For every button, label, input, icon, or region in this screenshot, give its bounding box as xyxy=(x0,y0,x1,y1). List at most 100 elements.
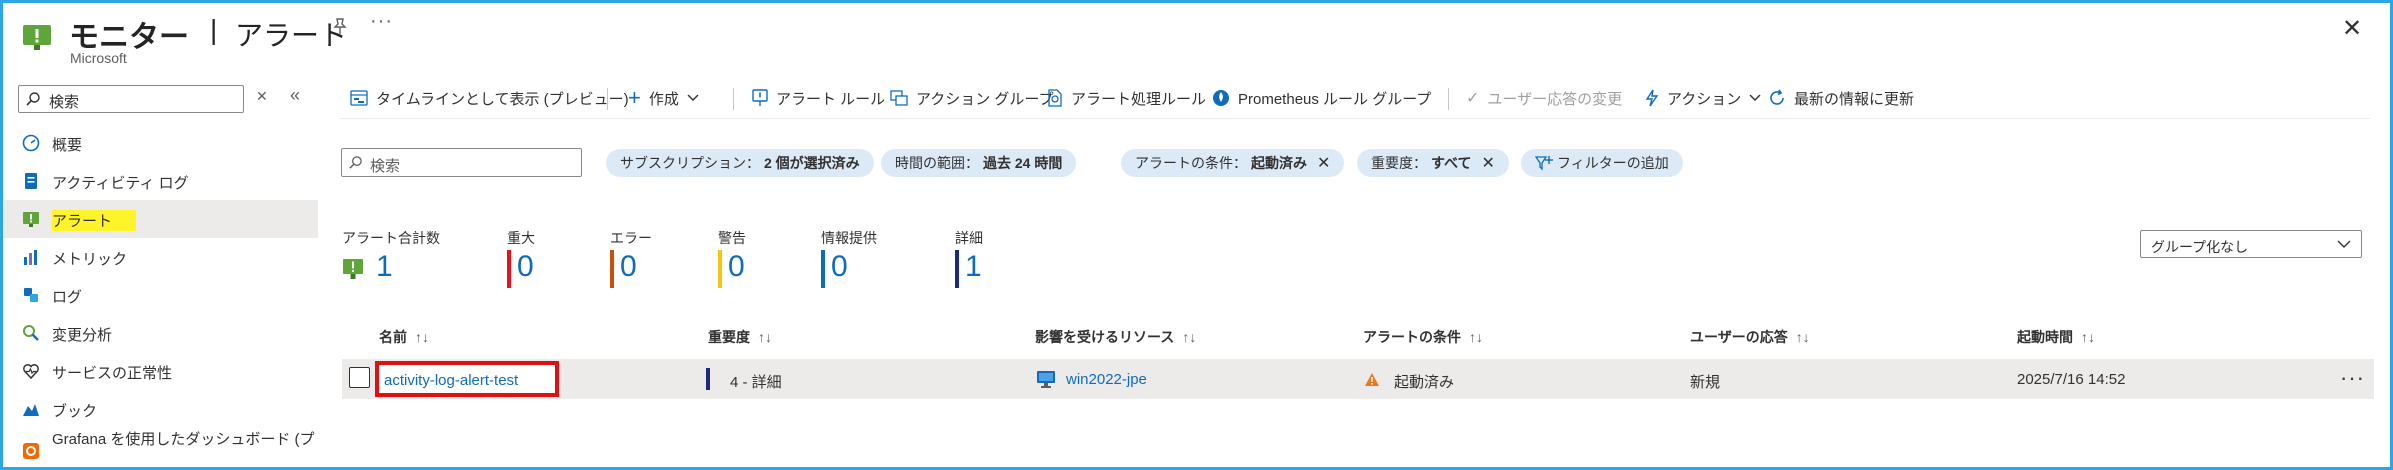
column-header-condition[interactable]: アラートの条件 ↑↓ xyxy=(1363,327,1483,347)
summary-info-value: 0 xyxy=(831,250,848,283)
sidebar-item-metrics[interactable]: メトリック xyxy=(0,238,318,276)
sidebar-item-label: 概要 xyxy=(52,137,83,154)
alert-name-text: activity-log-alert-test xyxy=(384,372,519,389)
summary-total-label: アラート合計数 xyxy=(342,230,440,246)
remove-filter-icon[interactable]: ✕ xyxy=(1481,153,1494,173)
close-icon[interactable]: ✕ xyxy=(2342,14,2362,43)
sort-icon: ↑↓ xyxy=(758,329,772,345)
column-header-severity[interactable]: 重要度 ↑↓ xyxy=(708,327,772,347)
row-checkbox[interactable] xyxy=(349,367,370,388)
toolbar-divider xyxy=(733,88,734,110)
column-header-fired-time[interactable]: 起動時間 ↑↓ xyxy=(2017,327,2095,347)
prometheus-rule-groups-button[interactable]: Prometheus ルール グループ xyxy=(1212,86,1431,110)
group-by-dropdown[interactable]: グループ化なし xyxy=(2140,230,2362,258)
refresh-button[interactable]: 最新の情報に更新 xyxy=(1768,86,1914,110)
summary-error[interactable]: エラー 0 xyxy=(610,228,652,288)
subscription-filter-value: 2 個が選択済み xyxy=(764,155,860,171)
condition-filter-label: アラートの条件： xyxy=(1135,155,1247,171)
sidebar-search-input[interactable]: 検索 xyxy=(18,85,244,113)
column-header-label: 影響を受けるリソース xyxy=(1035,329,1175,345)
summary-total[interactable]: アラート合計数 1 xyxy=(342,228,440,283)
create-button[interactable]: + 作成 xyxy=(628,86,699,110)
summary-verbose[interactable]: 詳細 1 xyxy=(955,228,983,288)
sidebar-item-workbooks[interactable]: ブック xyxy=(0,390,318,428)
fired-time-cell: 2025/7/16 14:52 xyxy=(2017,371,2126,388)
time-range-filter-pill[interactable]: 時間の範囲： 過去 24 時間 xyxy=(881,149,1077,177)
sidebar-item-overview[interactable]: 概要 xyxy=(0,124,318,162)
severity-color-bar xyxy=(610,250,614,288)
alert-rules-button[interactable]: アラート ルール xyxy=(752,86,885,110)
change-user-response-button[interactable]: ✓ ユーザー応答の変更 xyxy=(1466,86,1622,110)
subscription-filter-pill[interactable]: サブスクリプション： 2 個が選択済み xyxy=(606,149,874,177)
sidebar-item-label: Grafana を使用したダッシュボード (プ xyxy=(52,431,315,448)
create-label: 作成 xyxy=(648,90,679,108)
command-bar-divider xyxy=(340,118,2370,119)
summary-info-label: 情報提供 xyxy=(821,230,877,246)
sidebar-item-logs[interactable]: ログ xyxy=(0,276,318,314)
column-header-resource[interactable]: 影響を受けるリソース ↑↓ xyxy=(1035,327,1196,347)
sidebar-item-grafana[interactable]: Grafana を使用したダッシュボード (プ xyxy=(0,428,318,466)
add-filter-pill[interactable]: フィルターの追加 xyxy=(1521,149,1683,177)
more-options-icon[interactable]: ··· xyxy=(370,10,393,33)
column-header-name[interactable]: 名前 ↑↓ xyxy=(379,327,429,347)
processing-rule-icon xyxy=(1048,89,1062,107)
row-more-icon[interactable]: ··· xyxy=(2340,365,2365,391)
summary-warning[interactable]: 警告 0 xyxy=(718,228,746,288)
refresh-label: 最新の情報に更新 xyxy=(1794,90,1915,108)
alert-processing-rules-button[interactable]: アラート処理ルール xyxy=(1047,86,1206,110)
severity-filter-value: すべて xyxy=(1431,155,1472,171)
timeline-view-label: タイムラインとして表示 (プレビュー) xyxy=(376,90,629,108)
column-header-label: 名前 xyxy=(379,329,407,345)
alerts-search-input[interactable]: 検索 xyxy=(341,148,582,177)
alert-icon xyxy=(23,212,39,227)
summary-error-value: 0 xyxy=(620,250,637,283)
toolbar-divider xyxy=(607,88,608,110)
summary-critical-label: 重大 xyxy=(507,230,535,246)
sidebar-item-activity-log[interactable]: アクティビティ ログ xyxy=(0,162,318,200)
condition-filter-pill[interactable]: アラートの条件： 起動済み ✕ xyxy=(1121,149,1345,177)
severity-color-bar xyxy=(821,250,825,288)
sidebar-item-label: サービスの正常性 xyxy=(52,365,173,382)
action-label: アクション xyxy=(1667,90,1742,108)
action-button[interactable]: アクション xyxy=(1645,86,1761,110)
timeline-view-button[interactable]: タイムラインとして表示 (プレビュー) xyxy=(350,86,629,110)
sidebar-item-label: ログ xyxy=(52,289,83,306)
severity-color-bar xyxy=(706,368,710,390)
logs-icon xyxy=(24,288,38,302)
summary-info[interactable]: 情報提供 0 xyxy=(821,228,877,288)
sidebar-item-label: アラート xyxy=(52,210,137,231)
action-group-icon xyxy=(890,90,908,106)
action-groups-button[interactable]: アクション グループ xyxy=(890,86,1054,110)
prometheus-label: Prometheus ルール グループ xyxy=(1238,90,1432,108)
alert-name-link[interactable]: activity-log-alert-test xyxy=(375,361,559,397)
sidebar-item-service-health[interactable]: サービスの正常性 xyxy=(0,352,318,390)
toolbar-divider xyxy=(1448,88,1449,110)
summary-critical[interactable]: 重大 0 xyxy=(507,228,535,288)
column-header-label: アラートの条件 xyxy=(1363,329,1461,345)
sort-icon: ↑↓ xyxy=(2081,329,2095,345)
grafana-icon xyxy=(23,443,39,459)
publisher-label: Microsoft xyxy=(70,50,127,66)
summary-verbose-value: 1 xyxy=(965,250,982,283)
collapse-sidebar-icon[interactable]: « xyxy=(290,85,300,106)
warning-icon xyxy=(1365,373,1379,386)
clear-search-icon[interactable]: ✕ xyxy=(256,88,268,105)
sidebar-item-change-analysis[interactable]: 変更分析 xyxy=(0,314,318,352)
sidebar-item-label: ブック xyxy=(52,403,98,420)
group-by-value: グループ化なし xyxy=(2151,239,2249,255)
metrics-icon xyxy=(24,250,37,265)
severity-filter-pill[interactable]: 重要度： すべて ✕ xyxy=(1357,149,1509,177)
change-analysis-icon xyxy=(23,325,39,341)
condition-cell: 起動済み xyxy=(1394,374,1455,391)
chevron-down-icon xyxy=(1749,94,1761,101)
user-response-cell: 新規 xyxy=(1690,374,1721,391)
alert-icon xyxy=(343,259,363,279)
sidebar-item-alerts[interactable]: アラート xyxy=(0,200,318,238)
table-row[interactable]: activity-log-alert-test 4 - 詳細 win2022-j… xyxy=(342,359,2374,399)
sort-icon: ↑↓ xyxy=(1469,329,1483,345)
remove-filter-icon[interactable]: ✕ xyxy=(1317,153,1330,173)
sort-icon: ↑↓ xyxy=(1182,329,1197,345)
column-header-user-response[interactable]: ユーザーの応答 ↑↓ xyxy=(1690,327,1810,347)
pin-icon[interactable] xyxy=(330,16,350,36)
resource-link[interactable]: win2022-jpe xyxy=(1066,371,1147,388)
